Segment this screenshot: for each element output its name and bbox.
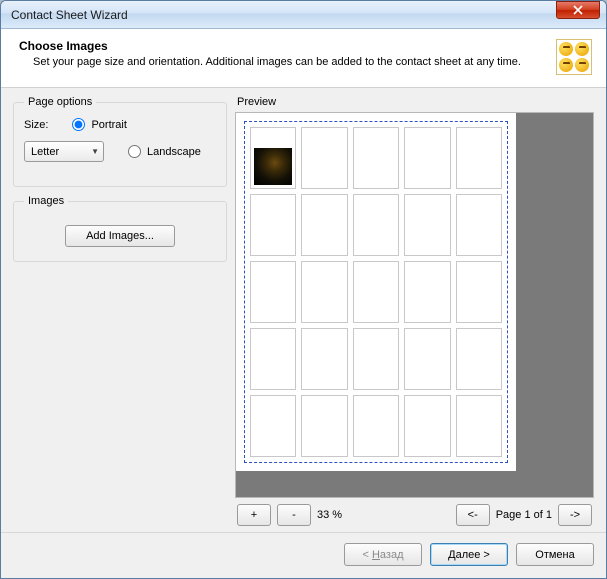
window-title: Contact Sheet Wizard bbox=[11, 8, 602, 22]
header-subtitle: Set your page size and orientation. Addi… bbox=[19, 55, 556, 69]
thumbnail-cell[interactable] bbox=[301, 328, 347, 390]
prev-page-button[interactable]: <- bbox=[456, 504, 490, 526]
page-options-group: Page options Size: Portrait Letter ▼ bbox=[13, 96, 227, 187]
add-images-button[interactable]: Add Images... bbox=[65, 225, 175, 247]
thumbnail-cell[interactable] bbox=[456, 127, 502, 189]
wizard-footer: < Назад Далее > Отмена bbox=[1, 532, 606, 578]
page-margin-guide bbox=[244, 121, 508, 463]
thumbnail-cell[interactable] bbox=[456, 194, 502, 256]
emoji-icon bbox=[559, 58, 573, 72]
thumbnail-cell[interactable] bbox=[301, 395, 347, 457]
landscape-label: Landscape bbox=[147, 146, 201, 158]
next-page-button[interactable]: -> bbox=[558, 504, 592, 526]
cancel-button[interactable]: Отмена bbox=[516, 543, 594, 566]
thumbnail-cell[interactable] bbox=[250, 261, 296, 323]
thumbnail-cell[interactable] bbox=[353, 194, 399, 256]
preview-label: Preview bbox=[237, 96, 594, 108]
header-text: Choose Images Set your page size and ori… bbox=[19, 39, 556, 69]
size-select[interactable]: Letter ▼ bbox=[24, 141, 104, 162]
preview-page bbox=[236, 113, 516, 471]
thumbnail-cell[interactable] bbox=[301, 261, 347, 323]
preview-controls: + - 33 % <- Page 1 of 1 -> bbox=[235, 498, 594, 528]
thumbnail-cell[interactable] bbox=[456, 395, 502, 457]
left-column: Page options Size: Portrait Letter ▼ bbox=[13, 96, 227, 528]
zoom-in-button[interactable]: + bbox=[237, 504, 271, 526]
page-options-legend: Page options bbox=[24, 96, 96, 108]
thumbnail-grid bbox=[250, 127, 502, 457]
wizard-header: Choose Images Set your page size and ori… bbox=[1, 29, 606, 88]
preview-area bbox=[235, 112, 594, 498]
wizard-window: Contact Sheet Wizard Choose Images Set y… bbox=[0, 0, 607, 579]
page-status: Page 1 of 1 bbox=[496, 509, 552, 521]
thumbnail-cell[interactable] bbox=[353, 261, 399, 323]
thumbnail-cell[interactable] bbox=[301, 194, 347, 256]
emoji-icon bbox=[575, 58, 589, 72]
images-group: Images Add Images... bbox=[13, 195, 227, 262]
thumbnail-cell[interactable] bbox=[456, 328, 502, 390]
back-label: < Назад bbox=[362, 549, 403, 561]
wizard-icon bbox=[556, 39, 592, 75]
portrait-label: Portrait bbox=[91, 119, 126, 131]
thumbnail-cell[interactable] bbox=[301, 127, 347, 189]
next-button[interactable]: Далее > bbox=[430, 543, 508, 566]
thumbnail-cell[interactable] bbox=[250, 194, 296, 256]
images-legend: Images bbox=[24, 195, 68, 207]
thumbnail-cell[interactable] bbox=[404, 328, 450, 390]
thumbnail-cell[interactable] bbox=[250, 395, 296, 457]
header-title: Choose Images bbox=[19, 39, 556, 53]
titlebar: Contact Sheet Wizard bbox=[1, 1, 606, 29]
thumbnail-cell[interactable] bbox=[353, 127, 399, 189]
portrait-radio[interactable] bbox=[72, 118, 85, 131]
thumbnail-cell[interactable] bbox=[250, 127, 296, 189]
size-value: Letter bbox=[31, 146, 59, 158]
back-button[interactable]: < Назад bbox=[344, 543, 422, 566]
close-icon bbox=[573, 5, 583, 15]
thumbnail-cell[interactable] bbox=[353, 395, 399, 457]
thumbnail-cell[interactable] bbox=[456, 261, 502, 323]
landscape-radio[interactable] bbox=[128, 145, 141, 158]
thumbnail-cell[interactable] bbox=[353, 328, 399, 390]
size-label: Size: bbox=[24, 119, 48, 131]
thumbnail-cell[interactable] bbox=[404, 194, 450, 256]
emoji-icon bbox=[559, 42, 573, 56]
thumbnail-cell[interactable] bbox=[250, 328, 296, 390]
thumbnail-cell[interactable] bbox=[404, 127, 450, 189]
thumbnail-cell[interactable] bbox=[404, 395, 450, 457]
chevron-down-icon: ▼ bbox=[91, 147, 99, 156]
zoom-level: 33 % bbox=[317, 509, 342, 521]
zoom-out-button[interactable]: - bbox=[277, 504, 311, 526]
thumbnail-image bbox=[254, 148, 292, 185]
orientation-portrait[interactable]: Portrait bbox=[72, 118, 126, 131]
close-button[interactable] bbox=[556, 1, 600, 19]
emoji-icon bbox=[575, 42, 589, 56]
thumbnail-cell[interactable] bbox=[404, 261, 450, 323]
orientation-landscape[interactable]: Landscape bbox=[128, 145, 201, 158]
next-label: Далее > bbox=[448, 549, 490, 561]
right-column: Preview + - 33 % <- Page 1 of 1 -> bbox=[235, 96, 594, 528]
wizard-body: Page options Size: Portrait Letter ▼ bbox=[1, 88, 606, 532]
